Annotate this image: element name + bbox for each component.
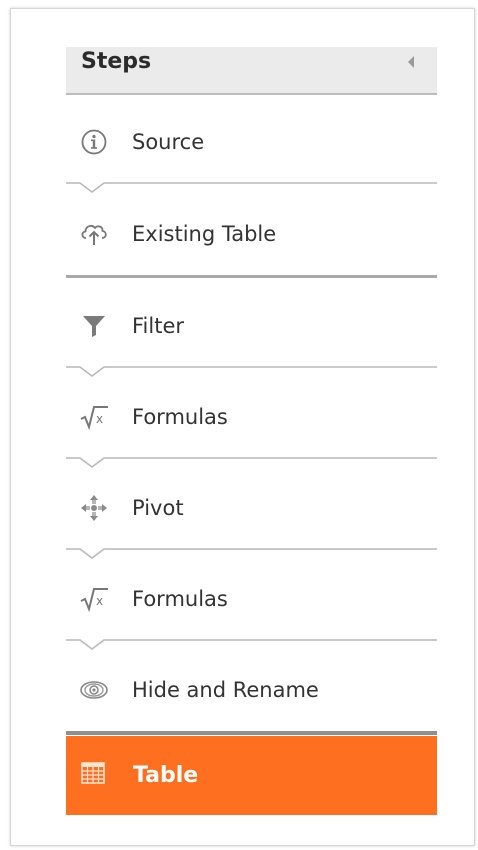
step-connector [66,548,437,559]
section-divider [66,731,437,735]
section-divider [66,275,437,278]
steps-panel-header: Steps [66,47,437,95]
step-filter[interactable]: Filter [66,301,437,351]
step-existing-table[interactable]: Existing Table [66,209,437,259]
step-connector [66,366,437,377]
funnel-icon [79,311,109,341]
step-formulas[interactable]: x Formulas [66,392,437,442]
svg-text:x: x [96,412,103,426]
step-pivot[interactable]: Pivot [66,483,437,533]
cloud-upload-icon [79,219,109,249]
step-label: Hide and Rename [132,678,319,702]
panel-title: Steps [81,49,152,74]
table-grid-icon [81,762,105,786]
step-label: Formulas [132,587,228,611]
step-label: Formulas [132,405,228,429]
step-hide-and-rename[interactable]: Hide and Rename [66,665,437,715]
step-label: Pivot [132,496,184,520]
step-label: Existing Table [132,222,277,246]
step-connector [66,182,437,193]
step-label: Table [133,763,199,788]
step-formulas-2[interactable]: x Formulas [66,574,437,624]
step-table-active[interactable]: Table [66,736,437,815]
step-label: Filter [132,314,185,338]
square-root-icon: x [79,584,109,614]
svg-text:x: x [96,594,103,608]
steps-panel: Steps Source Existing Table Filter x For… [66,47,437,815]
step-source[interactable]: Source [66,117,437,167]
collapse-left-icon[interactable] [408,56,414,68]
step-label: Source [132,130,205,154]
square-root-icon: x [79,402,109,432]
step-connector [66,639,437,650]
step-connector [66,457,437,468]
move-arrows-icon [79,493,109,523]
eye-icon [79,675,109,705]
info-icon [79,127,109,157]
